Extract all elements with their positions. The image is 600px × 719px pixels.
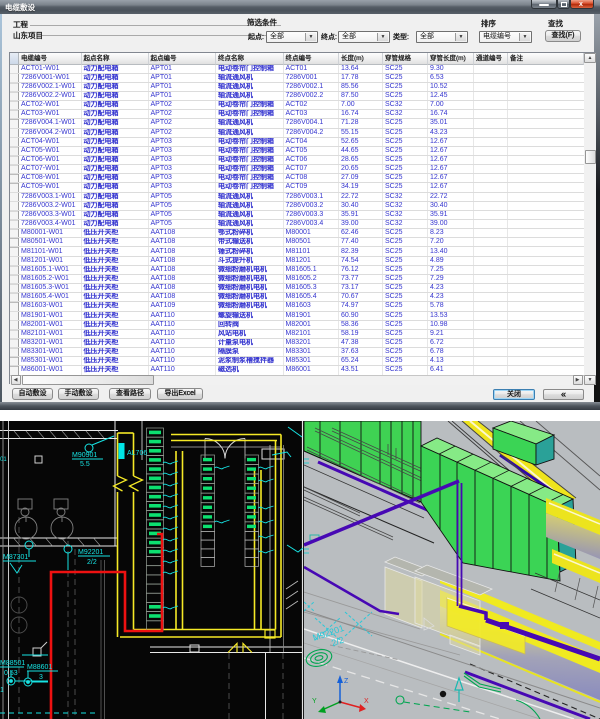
svg-text:5.5: 5.5	[80, 461, 90, 468]
svg-text:Z: Z	[344, 678, 349, 685]
svg-text:AL706: AL706	[127, 450, 147, 457]
svg-text:3: 3	[39, 674, 43, 681]
svg-text:01: 01	[0, 457, 7, 463]
svg-text:Y: Y	[312, 698, 317, 705]
svg-text:M87301: M87301	[3, 554, 28, 561]
svg-text:0.53: 0.53	[4, 670, 18, 677]
svg-text:1: 1	[0, 687, 4, 694]
svg-text:M88601: M88601	[27, 664, 52, 671]
svg-text:2/2: 2/2	[87, 559, 97, 566]
svg-text:X: X	[364, 698, 369, 705]
svg-text:M92201: M92201	[78, 549, 103, 556]
svg-text:M90901: M90901	[72, 452, 97, 459]
svg-text:M88501: M88501	[0, 660, 25, 667]
